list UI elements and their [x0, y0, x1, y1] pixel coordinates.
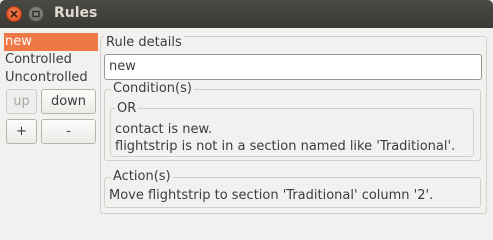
minimize-window-button[interactable]: [28, 6, 44, 22]
conditions-label: Condition(s): [111, 81, 194, 96]
remove-rule-button[interactable]: -: [41, 119, 96, 144]
condition-line: contact is new.: [115, 122, 213, 137]
move-down-button[interactable]: down: [41, 89, 96, 114]
title-bar[interactable]: Rules: [0, 0, 493, 28]
actions-label: Action(s): [111, 169, 173, 184]
close-window-button[interactable]: [6, 6, 22, 22]
rule-list-item[interactable]: new: [4, 33, 98, 51]
rule-details-label: Rule details: [104, 35, 184, 50]
move-up-button[interactable]: up: [6, 89, 37, 114]
add-rule-button[interactable]: +: [6, 119, 37, 144]
rule-list[interactable]: new Controlled Uncontrolled: [4, 33, 98, 87]
minimize-icon: [32, 10, 40, 18]
condition-line: flightstrip is not in a section named li…: [115, 139, 456, 154]
window-title: Rules: [54, 5, 98, 21]
rule-list-item[interactable]: Uncontrolled: [4, 69, 98, 87]
or-operator-label: OR: [115, 101, 139, 116]
rules-window: Rules new Controlled Uncontrolled up dow…: [0, 0, 493, 224]
rule-list-item[interactable]: Controlled: [4, 51, 98, 69]
action-line: Move flightstrip to section 'Traditional…: [109, 188, 434, 203]
close-icon: [10, 10, 18, 18]
rule-name-input[interactable]: new: [104, 54, 482, 80]
